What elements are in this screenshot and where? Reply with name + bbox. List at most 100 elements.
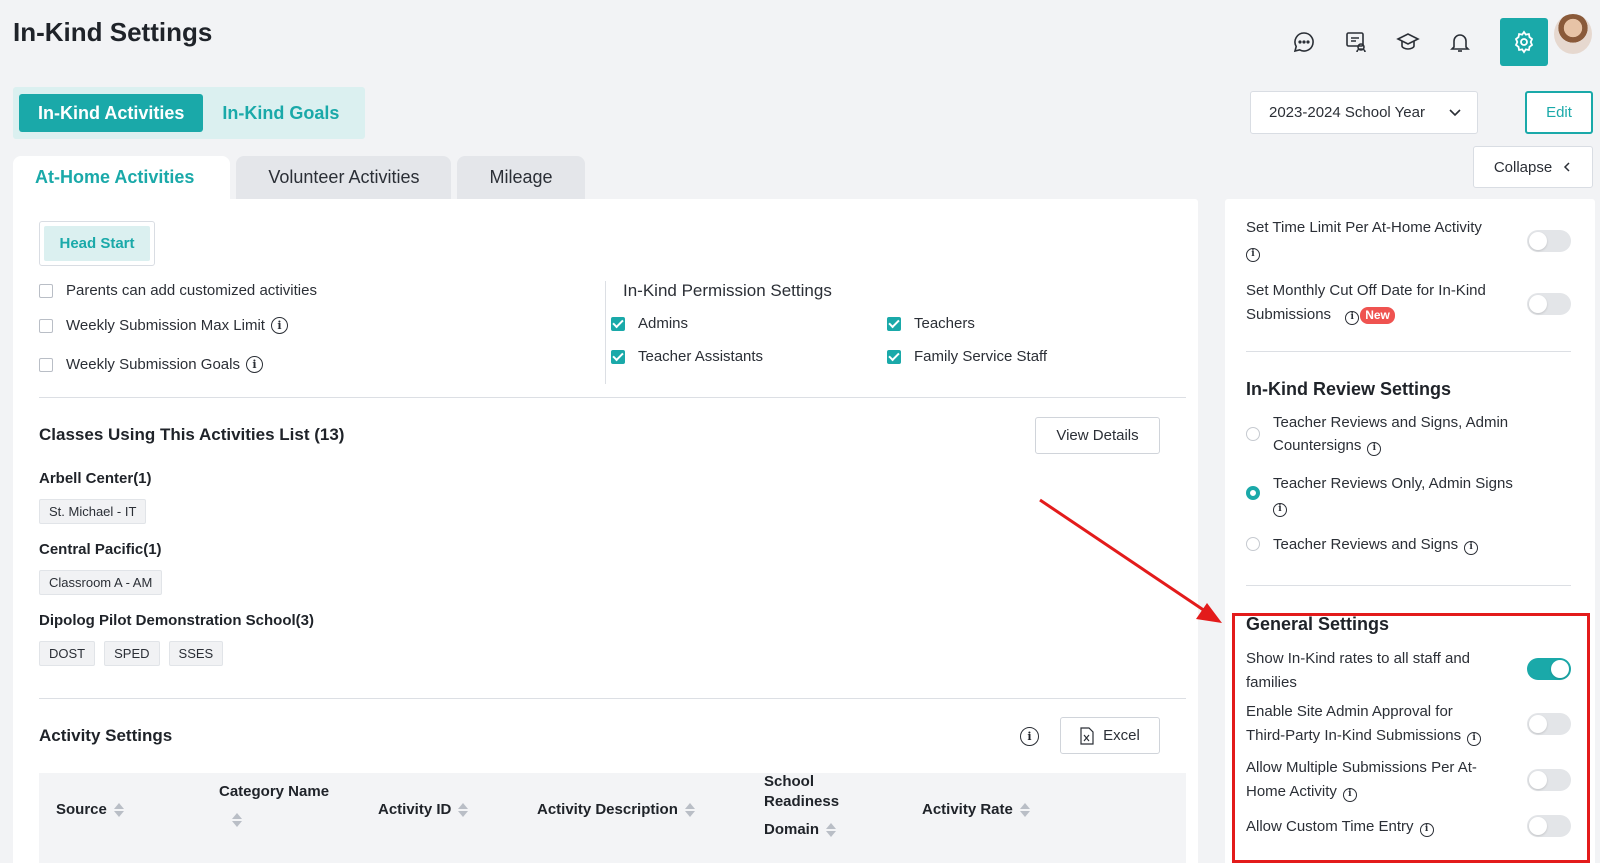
permission-family-service-staff[interactable]: Family Service Staff <box>887 348 1047 365</box>
column-label: Activity Description <box>537 801 678 818</box>
excel-export-button[interactable]: Excel <box>1060 717 1160 754</box>
chat-icon[interactable] <box>1286 24 1322 60</box>
info-icon[interactable]: i <box>1367 441 1382 456</box>
permission-label: Teachers <box>914 315 975 332</box>
column-activity-description[interactable]: Activity Description <box>537 801 695 818</box>
column-label: Domain <box>764 821 820 838</box>
sort-icon[interactable] <box>1019 802 1030 817</box>
chevron-down-icon <box>1449 108 1461 116</box>
permission-teachers[interactable]: Teachers <box>887 315 975 332</box>
permission-admins[interactable]: Admins <box>611 315 688 332</box>
toggle-monthly-cutoff[interactable] <box>1527 293 1571 315</box>
tab-in-kind-activities[interactable]: In-Kind Activities <box>19 94 204 132</box>
sort-icon[interactable] <box>232 813 242 827</box>
class-chips: St. Michael - IT <box>39 499 155 524</box>
option-label: Weekly Submission Goals <box>66 356 240 373</box>
review-option-teacher-reviews-signs[interactable]: Teacher Reviews and Signs i <box>1246 533 1566 556</box>
checkbox[interactable] <box>887 349 901 364</box>
site-name: Arbell Center(1) <box>39 470 152 487</box>
feedback-icon[interactable] <box>1338 24 1374 60</box>
divider <box>1246 351 1571 352</box>
edit-button[interactable]: Edit <box>1525 91 1593 134</box>
option-weekly-max-limit[interactable]: Weekly Submission Max Limit i <box>39 317 288 334</box>
column-label: Category Name <box>219 783 330 800</box>
column-school-readiness-line1: School <box>764 773 815 790</box>
page-title: In-Kind Settings <box>13 17 213 47</box>
graduation-cap-icon[interactable] <box>1390 24 1426 60</box>
sort-icon[interactable] <box>684 802 695 817</box>
info-icon[interactable]: i <box>1273 502 1287 517</box>
toggle-time-limit[interactable] <box>1527 230 1571 252</box>
checkbox[interactable] <box>611 316 625 331</box>
setting-time-limit: Set Time Limit Per At-Home Activity i <box>1246 216 1526 264</box>
school-year-select[interactable]: 2023-2024 School Year <box>1250 91 1478 134</box>
classes-title: Classes Using This Activities List (13) <box>39 425 345 444</box>
tab-volunteer-activities[interactable]: Volunteer Activities <box>236 156 452 199</box>
column-activity-id[interactable]: Activity ID <box>378 801 469 818</box>
avatar[interactable] <box>1554 14 1592 54</box>
tab-in-kind-goals[interactable]: In-Kind Goals <box>203 94 358 132</box>
radio-button[interactable] <box>1246 427 1260 441</box>
class-chip: DOST <box>39 641 96 666</box>
option-parents-customize[interactable]: Parents can add customized activities <box>39 282 317 299</box>
top-toolbar <box>1286 18 1548 66</box>
sort-icon[interactable] <box>113 802 124 817</box>
divider <box>1246 585 1571 586</box>
class-chips: Classroom A - AM <box>39 570 171 595</box>
info-icon[interactable]: i <box>1020 727 1039 746</box>
collapse-button[interactable]: Collapse <box>1473 146 1593 188</box>
column-school-readiness-line2: Readiness <box>764 793 840 810</box>
review-option-teacher-admin-signs[interactable]: Teacher Reviews Only, Admin Signs i <box>1246 472 1566 518</box>
collapse-label: Collapse <box>1493 158 1553 176</box>
tab-at-home-activities[interactable]: At-Home Activities <box>13 156 231 199</box>
gear-icon[interactable] <box>1500 18 1548 66</box>
column-label: Activity Rate <box>922 801 1013 818</box>
chevron-left-icon <box>1564 162 1570 172</box>
info-icon[interactable]: i <box>270 317 288 334</box>
option-label: Parents can add customized activities <box>66 282 317 299</box>
option-label: Weekly Submission Max Limit <box>66 317 265 334</box>
review-option-teacher-admin-countersigns[interactable]: Teacher Reviews and Signs, Admin Counter… <box>1246 411 1566 457</box>
new-badge: New <box>1360 306 1395 324</box>
radio-button-selected[interactable] <box>1246 486 1260 500</box>
permission-teacher-assistants[interactable]: Teacher Assistants <box>611 348 763 365</box>
info-icon[interactable]: i <box>1345 310 1360 325</box>
column-category-name[interactable]: Category Name <box>219 783 329 800</box>
divider <box>605 281 606 384</box>
class-chip: SPED <box>104 641 160 666</box>
program-chip-head-start[interactable]: Head Start <box>44 226 150 261</box>
site-name: Dipolog Pilot Demonstration School(3) <box>39 612 314 629</box>
radio-button[interactable] <box>1246 537 1260 551</box>
site-name: Central Pacific(1) <box>39 541 162 558</box>
info-icon[interactable]: i <box>1246 247 1260 262</box>
setting-label: Set Monthly Cut Off Date for In-Kind <box>1246 282 1486 299</box>
info-icon[interactable]: i <box>245 356 263 373</box>
checkbox[interactable] <box>39 283 53 298</box>
column-activity-rate[interactable]: Activity Rate <box>922 801 1030 818</box>
excel-label: Excel <box>1103 727 1140 744</box>
column-label: Source <box>56 801 107 818</box>
checkbox[interactable] <box>39 318 53 333</box>
bell-icon[interactable] <box>1442 24 1478 60</box>
info-icon[interactable]: i <box>1464 540 1479 555</box>
column-school-readiness-domain[interactable]: Domain <box>764 821 837 838</box>
column-source[interactable]: Source <box>56 801 124 818</box>
excel-file-icon <box>1080 726 1094 745</box>
checkbox[interactable] <box>611 349 625 364</box>
permission-label: Admins <box>638 315 689 332</box>
class-chip: St. Michael - IT <box>39 499 147 524</box>
sort-icon[interactable] <box>826 822 837 837</box>
activity-table-header: Source Category Name Activity ID Activit… <box>39 773 1186 863</box>
tab-mileage[interactable]: Mileage <box>457 156 585 199</box>
checkbox[interactable] <box>39 357 53 372</box>
main-tabs: In-Kind Activities In-Kind Goals <box>13 87 365 139</box>
sort-icon[interactable] <box>458 802 469 817</box>
checkbox[interactable] <box>887 316 901 331</box>
view-details-button[interactable]: View Details <box>1035 417 1160 454</box>
option-label: Countersigns <box>1273 437 1362 454</box>
option-weekly-goals[interactable]: Weekly Submission Goals i <box>39 356 263 373</box>
school-year-value: 2023-2024 School Year <box>1269 104 1425 121</box>
program-selector: Head Start <box>39 221 155 266</box>
class-chip: Classroom A - AM <box>39 570 163 595</box>
permission-label: Teacher Assistants <box>638 348 764 365</box>
